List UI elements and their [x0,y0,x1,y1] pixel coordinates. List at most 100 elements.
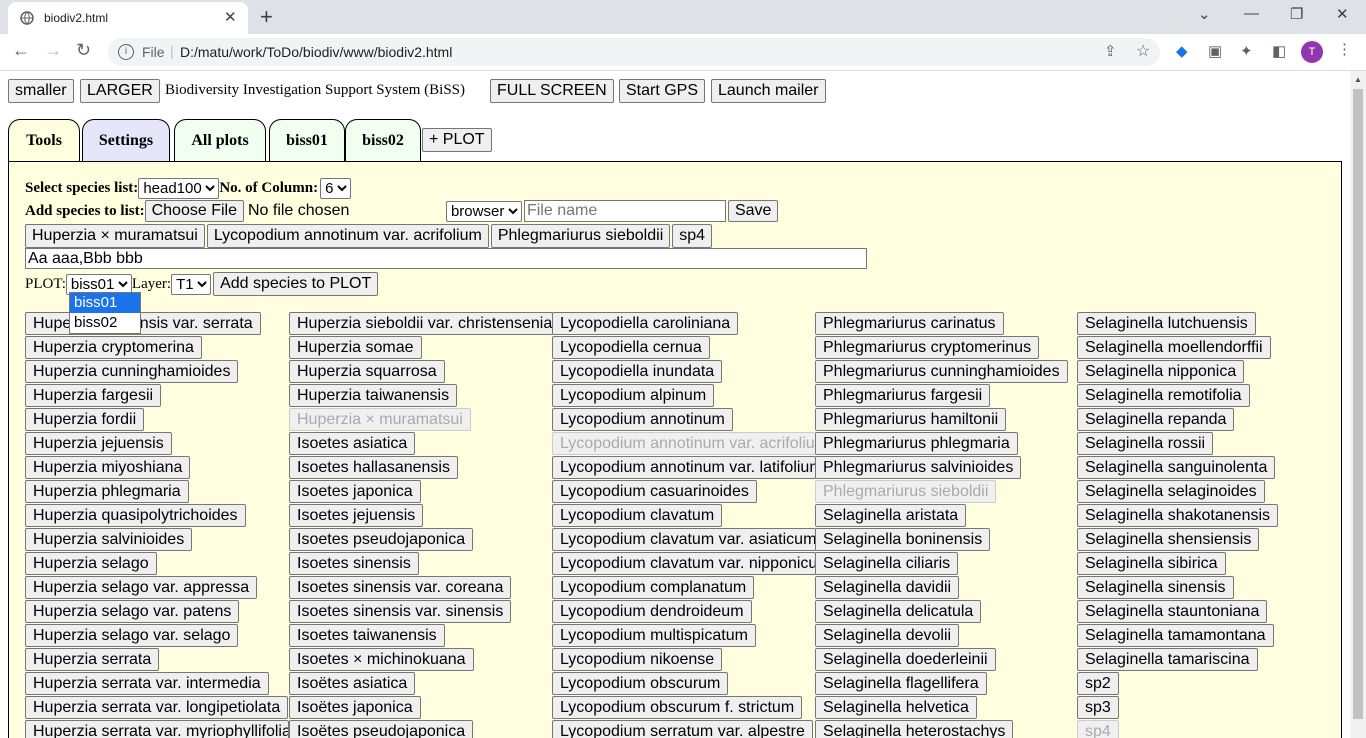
species-button[interactable]: Huperzia sieboldii var. christensenia [289,312,553,335]
species-button[interactable]: Selaginella delicatula [815,600,982,623]
species-button[interactable]: Selaginella sanguinolenta [1077,456,1276,479]
layer-select[interactable]: T1 [171,273,212,295]
plot-option[interactable]: biss01 [70,293,140,313]
species-button[interactable]: Lycopodium obscurum [552,672,729,695]
tab-search-icon[interactable]: ⌄ [1198,5,1211,23]
species-button[interactable]: Selaginella devolii [815,624,960,647]
address-bar[interactable]: i File | D:/matu/work/ToDo/biodiv/www/bi… [108,38,1160,66]
species-button[interactable]: Phlegmariurus carinatus [815,312,1004,335]
smaller-button[interactable]: smaller [8,79,74,103]
storage-select[interactable]: browser [445,200,522,222]
species-button[interactable]: Lycopodium annotinum var. acrifolium [552,432,816,455]
species-button[interactable]: Huperzia cryptomerina [25,336,202,359]
close-tab-icon[interactable]: ✕ [224,8,237,26]
media-icon[interactable]: ▣ [1208,42,1222,60]
species-button[interactable]: Isoetes jejuensis [289,504,424,527]
species-button[interactable]: Lycopodiella inundata [552,360,723,383]
add-species-to-plot-button[interactable]: Add species to PLOT [213,272,379,296]
species-button[interactable]: Isoetes sinensis [289,552,419,575]
selected-species-button[interactable]: sp4 [672,224,713,248]
file-name-input[interactable] [523,200,726,222]
species-button[interactable]: Selaginella boninensis [815,528,991,551]
species-button[interactable]: Isoetes pseudojaponica [289,528,474,551]
species-button[interactable]: Selaginella sinensis [1077,576,1234,599]
species-button[interactable]: Lycopodium complanatum [552,576,755,599]
species-button[interactable]: Selaginella tamamontana [1077,624,1274,647]
plot-option[interactable]: biss02 [70,313,140,333]
species-button[interactable]: Huperzia fargesii [25,384,162,407]
species-button[interactable]: Huperzia selago var. selago [25,624,239,647]
species-button[interactable]: Lycopodium clavatum [552,504,723,527]
start-gps-button[interactable]: Start GPS [619,79,706,103]
species-button[interactable]: Huperzia selago [25,552,157,575]
species-button[interactable]: Selaginella repanda [1077,408,1235,431]
url-text[interactable]: D:/matu/work/ToDo/biodiv/www/biodiv2.htm… [180,44,452,60]
species-button[interactable]: Huperzia jejuensis [25,432,172,455]
bookmark-star-icon[interactable]: ☆ [1136,41,1150,61]
new-tab-icon[interactable]: + [260,4,273,30]
species-button[interactable]: Phlegmariurus hamiltonii [815,408,1007,431]
species-button[interactable]: Selaginella moellendorffii [1077,336,1271,359]
species-button[interactable]: sp2 [1077,672,1119,695]
species-button[interactable]: Lycopodium multispicatum [552,624,756,647]
extension-icon[interactable]: ◆ [1176,42,1188,60]
selected-species-button[interactable]: Huperzia × muramatsui [25,224,205,248]
species-button[interactable]: Huperzia quasipolytrichoides [25,504,246,527]
scroll-thumb[interactable] [1353,89,1363,719]
species-button[interactable]: Lycopodium annotinum [552,408,733,431]
species-button[interactable]: Isoetes sinensis var. sinensis [289,600,512,623]
species-button[interactable]: Huperzia somae [289,336,422,359]
species-button[interactable]: Isoetes × michinokuana [289,648,474,671]
species-button[interactable]: Huperzia serrata [25,648,160,671]
species-button[interactable]: Phlegmariurus fargesii [815,384,991,407]
species-button[interactable]: sp4 [1077,720,1119,738]
tab-biss02[interactable]: biss02 [345,119,421,162]
species-button[interactable]: Huperzia selago var. patens [25,600,240,623]
species-button[interactable]: Huperzia squarrosa [289,360,445,383]
browser-tab[interactable]: biodiv2.html ✕ [8,2,248,34]
species-button[interactable]: Huperzia fordii [25,408,145,431]
species-button[interactable]: Phlegmariurus sieboldii [815,480,997,503]
species-text-input[interactable] [25,248,867,269]
restore-icon[interactable]: ❐ [1290,5,1303,23]
species-button[interactable]: Isoëtes pseudojaponica [289,720,474,738]
species-button[interactable]: Huperzia taiwanensis [289,384,458,407]
species-button[interactable]: Isoetes japonica [289,480,421,503]
back-icon[interactable]: ← [12,40,30,61]
species-button[interactable]: Selaginella selaginoides [1077,480,1265,503]
species-button[interactable]: Selaginella nipponica [1077,360,1245,383]
species-button[interactable]: Selaginella shensiensis [1077,528,1260,551]
minimize-icon[interactable]: — [1244,5,1259,22]
species-button[interactable]: Lycopodium nikoense [552,648,723,671]
species-button[interactable]: Lycopodium annotinum var. latifolium [552,456,816,479]
columns-select[interactable]: 6 [320,178,352,199]
species-button[interactable]: Lycopodium dendroideum [552,600,752,623]
species-button[interactable]: Isoetes taiwanensis [289,624,445,647]
species-button[interactable]: Huperzia selago var. appressa [25,576,258,599]
species-button[interactable]: Isoetes asiatica [289,432,416,455]
species-button[interactable]: Huperzia miyoshiana [25,456,191,479]
species-button[interactable]: Selaginella lutchuensis [1077,312,1256,335]
species-button[interactable]: Lycopodium clavatum var. nipponicum [552,552,816,575]
species-button[interactable]: Lycopodium serratum var. alpestre [552,720,813,738]
scroll-up-icon[interactable]: ▲ [1354,75,1362,84]
tab-biss01[interactable]: biss01 [269,119,345,162]
avatar[interactable]: T [1301,41,1323,63]
species-button[interactable]: Huperzia serrata var. intermedia [25,672,269,695]
selected-species-button[interactable]: Phlegmariurus sieboldii [490,224,671,248]
species-button[interactable]: Selaginella aristata [815,504,967,527]
species-button[interactable]: Selaginella ciliaris [815,552,959,575]
species-button[interactable]: Isoetes hallasanensis [289,456,458,479]
scrollbar[interactable]: ▲ [1350,71,1366,738]
species-list-select[interactable]: head100 [138,178,220,199]
species-button[interactable]: Selaginella stauntoniana [1077,600,1268,623]
tab-settings[interactable]: Settings [82,119,170,162]
info-icon[interactable]: i [118,44,134,60]
larger-button[interactable]: LARGER [80,79,160,103]
puzzle-icon[interactable]: ✦ [1240,42,1253,60]
species-button[interactable]: Huperzia cunninghamioides [25,360,239,383]
window-close-icon[interactable]: ✕ [1336,5,1349,23]
tab-tools[interactable]: Tools [8,119,80,162]
species-button[interactable]: Selaginella sibirica [1077,552,1226,575]
species-button[interactable]: Phlegmariurus salvinioides [815,456,1022,479]
